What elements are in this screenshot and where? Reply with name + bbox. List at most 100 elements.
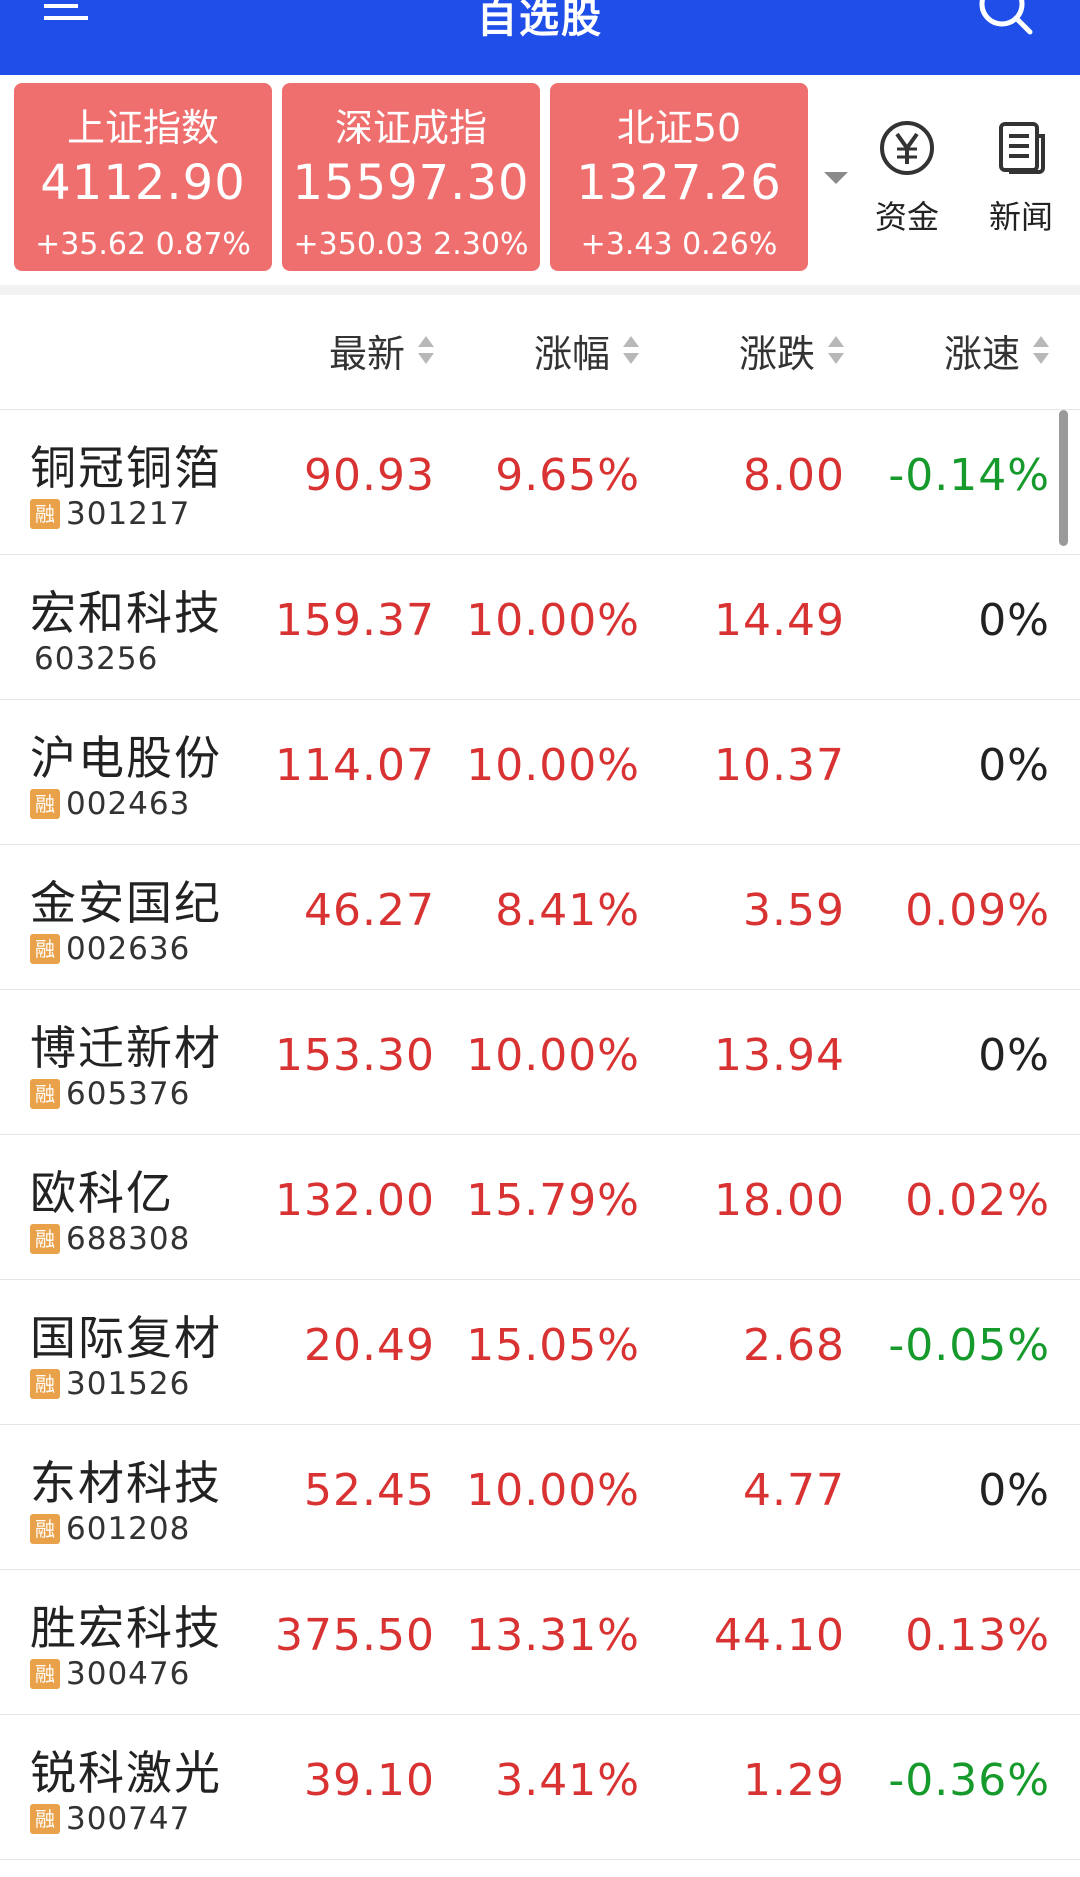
column-label-price: 最新 [328,331,405,376]
stock-row[interactable]: 锐科激光 融 300747 39.10 3.41% 1.29 -0.36% [0,1715,1080,1860]
margin-badge: 融 [30,1224,60,1254]
stock-change: 13.94 [714,1030,845,1081]
chevron-down-icon[interactable] [822,170,850,186]
stock-code: 601208 [66,1511,191,1547]
stock-speed: -0.14% [888,450,1050,501]
index-card-shanghai[interactable]: 上证指数 4112.90 +35.62 0.87% [14,83,272,271]
stock-row[interactable]: 博迁新材 融 605376 153.30 10.00% 13.94 0% [0,990,1080,1135]
stock-change: 10.37 [714,740,845,791]
stock-change: 3.59 [743,885,845,936]
index-name: 上证指数 [66,106,219,150]
app-bar: 自选股 [0,0,1080,75]
stock-code: 301217 [66,496,191,532]
stock-price: 114.07 [275,740,435,791]
margin-badge: 融 [30,1514,60,1544]
stock-price: 39.10 [304,1755,435,1806]
stock-price: 375.50 [275,1610,435,1661]
stock-row[interactable]: 沪电股份 融 002463 114.07 10.00% 10.37 0% [0,700,1080,845]
index-change: +3.43 0.26% [580,227,778,262]
stock-name: 博迁新材 [30,1021,222,1075]
column-header: 最新 涨幅 涨跌 涨速 [0,295,1080,410]
index-value: 4112.90 [40,155,246,211]
stock-pct: 9.65% [495,450,640,501]
stock-name: 沪电股份 [30,731,222,785]
stock-name: 铜冠铜箔 [30,441,222,495]
yuan-coin-icon [880,121,934,175]
funds-button[interactable]: 资金 [862,118,952,238]
margin-badge: 融 [30,1079,60,1109]
stock-speed: 0.09% [905,885,1050,936]
stock-change: 18.00 [714,1175,845,1226]
search-icon[interactable] [976,0,1036,42]
news-button[interactable]: 新闻 [976,118,1066,238]
stock-code: 603256 [34,641,159,677]
stock-row[interactable]: 金安国纪 融 002636 46.27 8.41% 3.59 0.09% [0,845,1080,990]
stock-code: 605376 [66,1076,191,1112]
sort-by-price[interactable]: 最新 [328,325,435,376]
stock-row[interactable]: 胜宏科技 融 300476 375.50 13.31% 44.10 0.13% [0,1570,1080,1715]
stock-pct: 10.00% [466,1030,640,1081]
stock-code-group: 融 688308 [30,1221,190,1257]
stock-price: 159.37 [275,595,435,646]
stock-pct: 13.31% [466,1610,640,1661]
stock-code-group: 融 300476 [30,1656,191,1692]
sort-by-change[interactable]: 涨跌 [738,325,845,376]
stock-price: 153.30 [275,1030,435,1081]
margin-badge: 融 [30,1804,60,1834]
stock-name: 金安国纪 [30,876,222,930]
stock-name: 欧科亿 [30,1166,174,1220]
stock-row[interactable]: 东材科技 融 601208 52.45 10.00% 4.77 0% [0,1425,1080,1570]
stock-name: 胜宏科技 [30,1601,222,1655]
stock-code: 002463 [66,786,191,822]
index-change: +350.03 2.30% [293,227,529,262]
stock-change: 2.68 [743,1320,845,1371]
index-card-shenzhen[interactable]: 深证成指 15597.30 +350.03 2.30% [282,83,540,271]
column-label-change: 涨跌 [738,331,815,376]
page-title: 自选股 [477,0,603,42]
sort-by-speed[interactable]: 涨速 [944,325,1050,376]
margin-badge: 融 [30,789,60,819]
stock-code: 002636 [66,931,191,967]
sort-icon [828,336,844,364]
margin-badge: 融 [30,499,60,529]
index-value: 15597.30 [292,155,530,211]
stock-pct: 3.41% [495,1755,640,1806]
stock-price: 46.27 [304,885,435,936]
stock-pct: 8.41% [495,885,640,936]
stock-code: 300476 [66,1656,191,1692]
stock-code-group: 融 300747 [30,1801,190,1837]
stock-row[interactable]: 宏和科技 603256 159.37 10.00% 14.49 0% [0,555,1080,700]
stock-code-group: 融 002636 [30,931,191,967]
sort-by-pct[interactable]: 涨幅 [533,325,640,376]
stock-pct: 15.79% [466,1175,640,1226]
stock-pct: 15.05% [466,1320,640,1371]
stock-speed: 0% [978,740,1050,791]
stock-change: 4.77 [743,1465,845,1516]
scrollbar[interactable] [1059,410,1068,546]
stock-price: 20.49 [304,1320,435,1371]
stock-change: 14.49 [714,595,845,646]
stock-price: 52.45 [304,1465,435,1516]
stock-name: 锐科激光 [30,1746,222,1800]
margin-badge: 融 [30,1369,60,1399]
stock-pct: 10.00% [466,595,640,646]
column-label-pct: 涨幅 [533,331,610,376]
stock-speed: 0% [978,595,1050,646]
stock-row[interactable]: 铜冠铜箔 融 301217 90.93 9.65% 8.00 -0.14% [0,410,1080,555]
margin-badge: 融 [30,934,60,964]
stock-change: 1.29 [743,1755,845,1806]
stock-row[interactable]: 欧科亿 融 688308 132.00 15.79% 18.00 0.02% [0,1135,1080,1280]
stock-code-group: 603256 [30,641,159,677]
stock-row[interactable]: 国际复材 融 301526 20.49 15.05% 2.68 -0.05% [0,1280,1080,1425]
index-name: 北证50 [616,106,742,150]
stock-speed: 0% [978,1030,1050,1081]
stock-code: 301526 [66,1366,191,1402]
stock-speed: 0% [978,1465,1050,1516]
news-label: 新闻 [988,198,1053,236]
index-change: +35.62 0.87% [35,227,251,262]
stock-name: 国际复材 [30,1311,222,1365]
sort-icon [418,336,434,364]
index-name: 深证成指 [334,106,487,150]
stock-code-group: 融 301217 [30,496,191,532]
index-card-beijing50[interactable]: 北证50 1327.26 +3.43 0.26% [550,83,808,271]
